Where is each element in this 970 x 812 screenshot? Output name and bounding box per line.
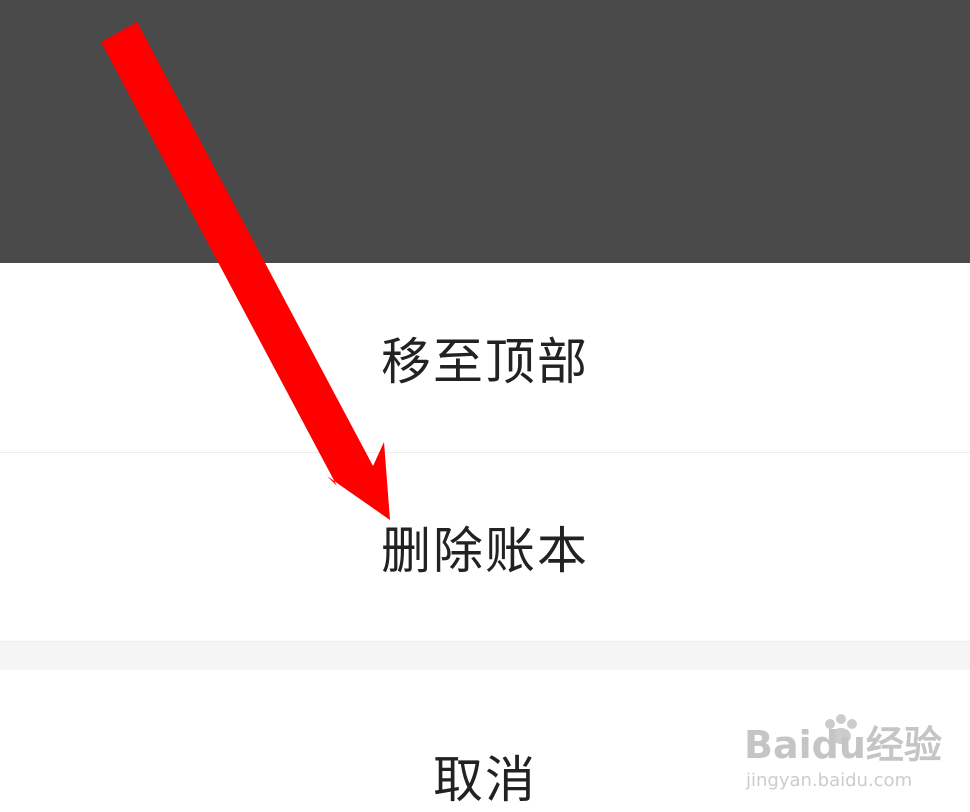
dim-overlay[interactable]: [0, 0, 970, 263]
delete-ledger-button[interactable]: 删除账本: [0, 453, 970, 641]
cancel-button[interactable]: 取消: [0, 670, 970, 812]
action-sheet: 移至顶部 删除账本 取消: [0, 263, 970, 812]
move-to-top-button[interactable]: 移至顶部: [0, 263, 970, 452]
section-gap: [0, 641, 970, 670]
screen: 移至顶部 删除账本 取消 Baidu经验 jingyan.baidu.com: [0, 0, 970, 812]
